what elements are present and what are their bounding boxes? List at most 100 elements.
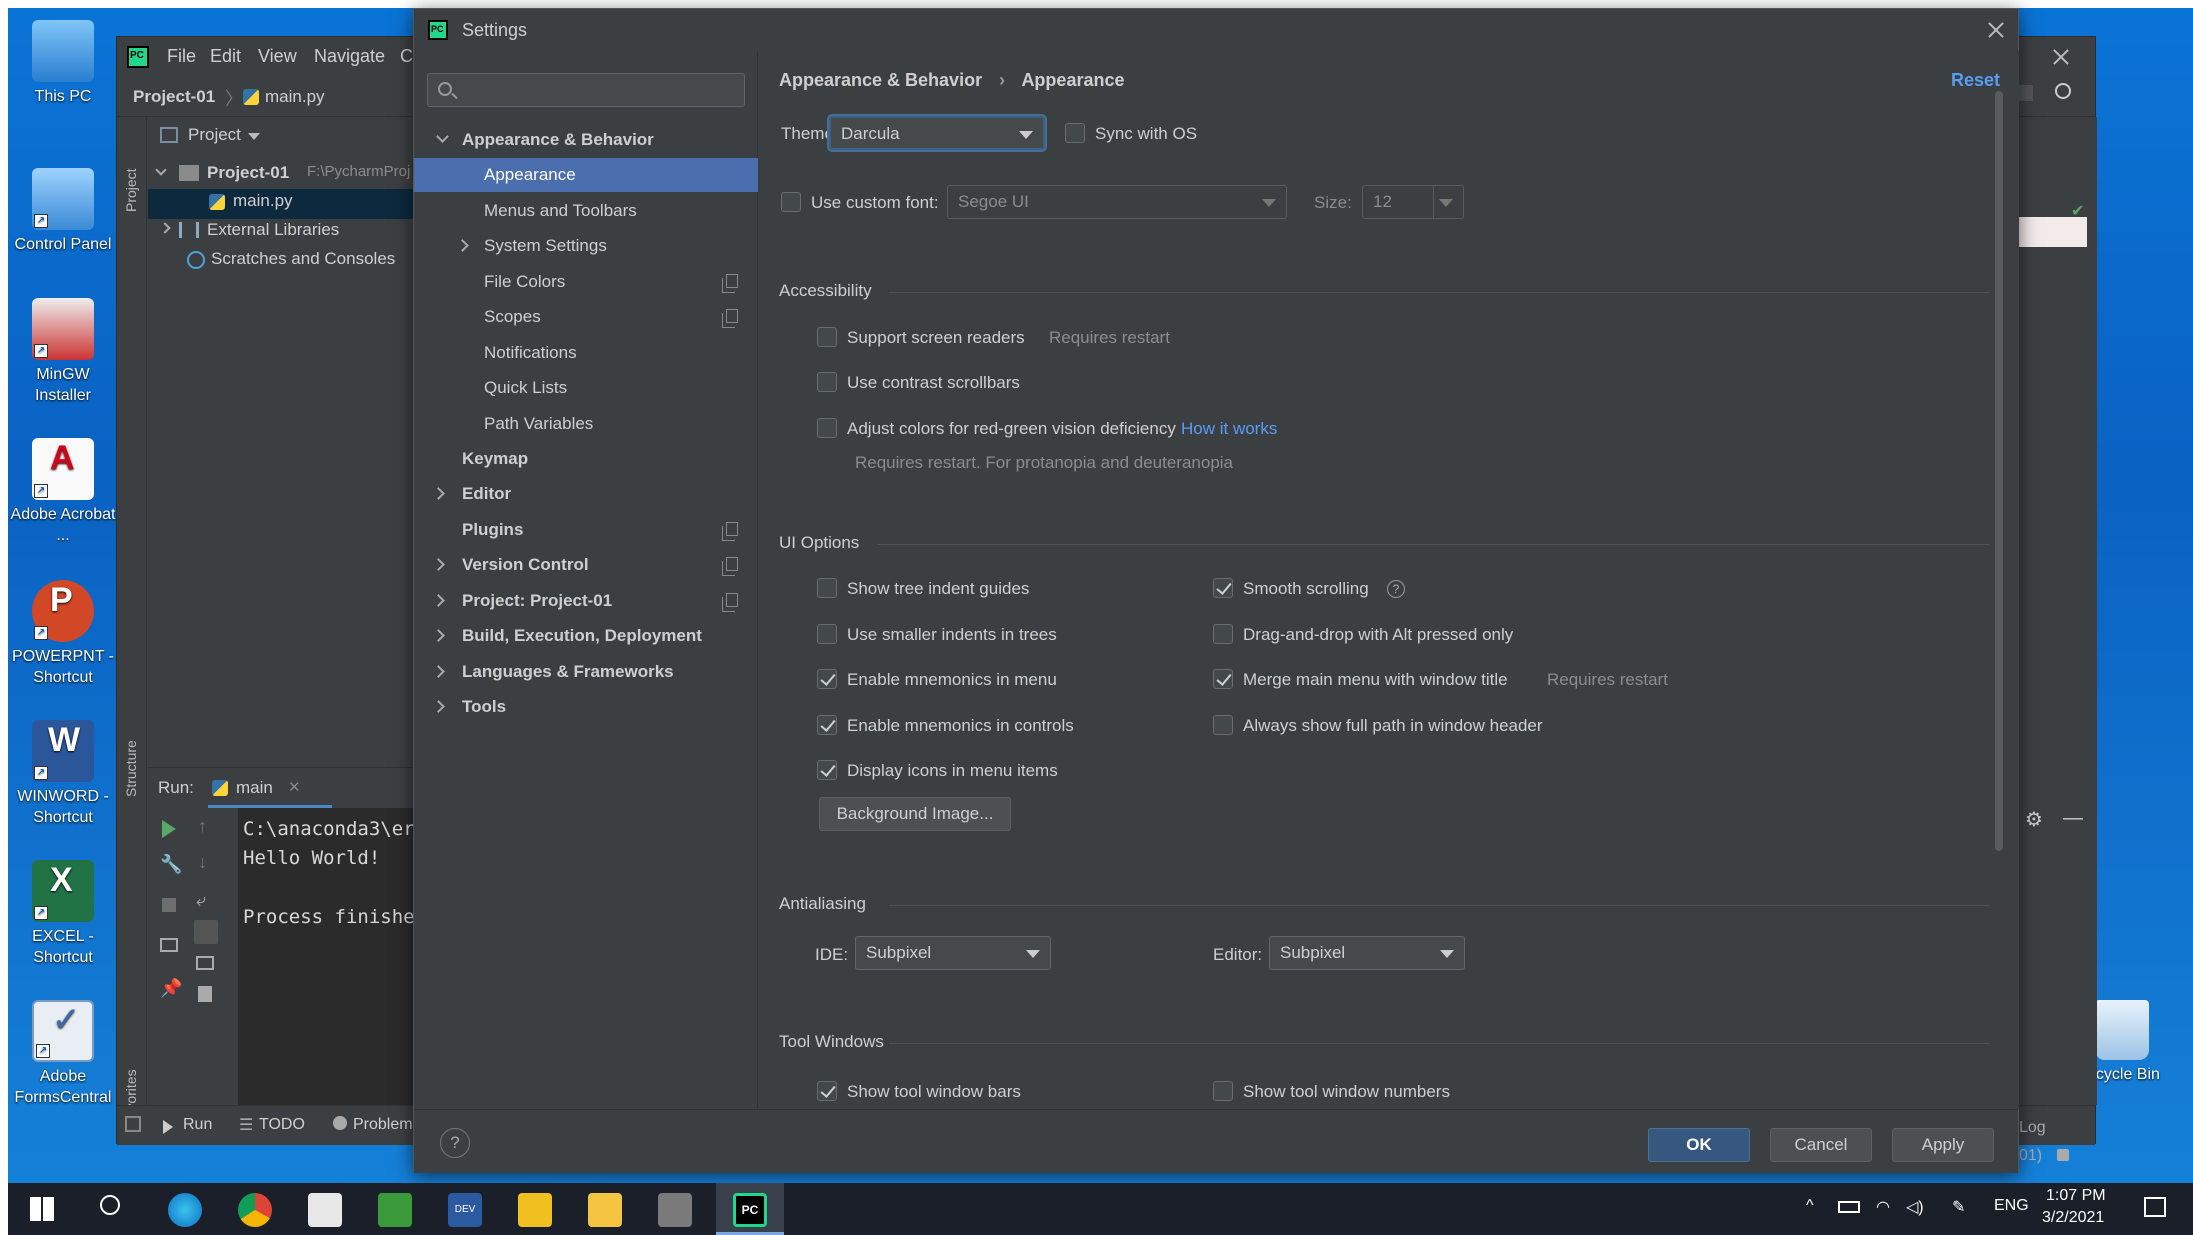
chevron-down-icon[interactable] xyxy=(248,133,260,140)
rerun-icon[interactable] xyxy=(162,820,176,838)
app-icon[interactable] xyxy=(378,1193,412,1227)
chevron-right-icon[interactable] xyxy=(432,665,445,678)
nav-version-control[interactable]: Version Control xyxy=(414,548,758,582)
theme-select[interactable]: Darcula xyxy=(829,116,1045,150)
nav-tools[interactable]: Tools xyxy=(414,690,758,724)
clock-date[interactable]: 3/2/2021 xyxy=(2042,1209,2104,1227)
toggle-tool-windows-icon[interactable] xyxy=(125,1116,141,1132)
reset-link[interactable]: Reset xyxy=(1951,70,2000,91)
chrome-icon[interactable] xyxy=(238,1193,272,1227)
chevron-right-icon[interactable] xyxy=(432,700,445,713)
chevron-right-icon[interactable] xyxy=(432,594,445,607)
nav-editor[interactable]: Editor xyxy=(414,477,758,511)
arrow-up-icon[interactable]: ↑ xyxy=(198,816,207,837)
layout-icon[interactable] xyxy=(160,938,178,952)
status-tab-run[interactable]: Run xyxy=(183,1116,212,1134)
tab-project[interactable]: Project xyxy=(123,168,139,212)
clock-time[interactable]: 1:07 PM xyxy=(2046,1187,2106,1205)
scroll-to-end-icon[interactable] xyxy=(194,920,218,944)
custom-font-checkbox[interactable] xyxy=(781,192,801,212)
mnemonics-menu-checkbox[interactable] xyxy=(817,669,837,689)
desktop-icon-mingw[interactable]: ↗ MinGW Installer xyxy=(8,298,118,406)
settings-search-input[interactable] xyxy=(427,73,745,107)
chevron-down-icon[interactable] xyxy=(436,130,449,143)
nav-scopes[interactable]: Scopes xyxy=(414,300,758,334)
wrench-icon[interactable]: 🔧 xyxy=(160,854,182,875)
window-close-icon[interactable] xyxy=(2049,45,2073,69)
help-icon[interactable]: ? xyxy=(1387,580,1405,598)
desktop-icon-this-pc[interactable]: This PC xyxy=(8,20,118,107)
font-select[interactable]: Segoe UI xyxy=(947,185,1287,219)
devcpp-icon[interactable]: DEV xyxy=(448,1193,482,1227)
nav-path-variables[interactable]: Path Variables xyxy=(414,407,758,441)
pin-icon[interactable]: 📌 xyxy=(160,978,182,999)
desktop-icon-word[interactable]: W ↗ WINWORD - Shortcut xyxy=(8,720,118,828)
ide-aa-select[interactable]: Subpixel xyxy=(855,936,1051,970)
search-icon[interactable] xyxy=(100,1195,120,1215)
search-icon[interactable] xyxy=(2055,83,2071,99)
how-it-works-link[interactable]: How it works xyxy=(1181,419,1277,439)
status-tab-problems[interactable]: Problem xyxy=(353,1116,413,1134)
smaller-indents-checkbox[interactable] xyxy=(817,624,837,644)
chevron-right-icon[interactable] xyxy=(432,558,445,571)
menu-navigate[interactable]: Navigate xyxy=(314,46,385,67)
full-path-checkbox[interactable] xyxy=(1213,715,1233,735)
edge-icon[interactable] xyxy=(168,1193,202,1227)
app-icon[interactable] xyxy=(658,1193,692,1227)
language-indicator[interactable]: ENG xyxy=(1994,1197,2029,1215)
font-size-select[interactable]: 12 xyxy=(1362,185,1464,219)
dialog-close-icon[interactable] xyxy=(1984,18,2008,42)
menu-file[interactable]: File xyxy=(167,46,196,67)
icons-in-menu-checkbox[interactable] xyxy=(817,760,837,780)
arrow-down-icon[interactable]: ↓ xyxy=(198,852,207,873)
wifi-icon[interactable]: ◠ xyxy=(1876,1197,1890,1217)
tab-structure[interactable]: Structure xyxy=(123,740,139,797)
chart-app-icon[interactable] xyxy=(308,1193,342,1227)
breadcrumb-parent[interactable]: Appearance & Behavior xyxy=(779,70,982,90)
pen-icon[interactable]: ✎ xyxy=(1952,1197,1965,1217)
chevron-right-icon[interactable] xyxy=(432,629,445,642)
soft-wrap-icon[interactable]: ⤶ xyxy=(196,890,206,911)
nav-languages-frameworks[interactable]: Languages & Frameworks xyxy=(414,655,758,689)
menu-code[interactable]: C xyxy=(400,46,413,67)
trash-icon[interactable] xyxy=(198,986,212,1002)
print-icon[interactable] xyxy=(196,956,214,970)
desktop-icon-control-panel[interactable]: ↗ Control Panel xyxy=(8,168,118,255)
desktop-icon-acrobat[interactable]: A ↗ Adobe Acrobat ... xyxy=(8,438,118,546)
merge-menu-checkbox[interactable] xyxy=(1213,669,1233,689)
lock-icon[interactable] xyxy=(2057,1149,2069,1161)
file-explorer-icon[interactable] xyxy=(588,1193,622,1227)
desktop-icon-excel[interactable]: X ↗ EXCEL - Shortcut xyxy=(8,860,118,968)
nav-system-settings[interactable]: System Settings xyxy=(414,229,758,263)
chevron-up-icon[interactable]: ^ xyxy=(1806,1197,1814,1215)
volume-icon[interactable]: ◁) xyxy=(1906,1197,1924,1217)
gear-icon[interactable]: ⚙ xyxy=(2025,807,2043,832)
project-view-selector[interactable]: Project xyxy=(188,125,241,145)
windows-start-icon[interactable] xyxy=(30,1197,54,1221)
nav-build-execution[interactable]: Build, Execution, Deployment xyxy=(414,619,758,653)
nav-keymap[interactable]: Keymap xyxy=(414,442,758,476)
battery-icon[interactable] xyxy=(1838,1201,1860,1213)
sticky-notes-icon[interactable] xyxy=(518,1193,552,1227)
status-tab-todo[interactable]: TODO xyxy=(259,1116,305,1134)
nav-quick-lists[interactable]: Quick Lists xyxy=(414,371,758,405)
desktop-icon-powerpoint[interactable]: P ↗ POWERPNT - Shortcut xyxy=(8,580,118,688)
content-scrollbar[interactable] xyxy=(1995,91,2003,851)
help-button[interactable]: ? xyxy=(440,1128,470,1158)
tool-window-bars-checkbox[interactable] xyxy=(817,1081,837,1101)
stop-icon[interactable] xyxy=(162,898,176,912)
minimize-icon[interactable]: — xyxy=(2063,807,2083,830)
event-log-tab[interactable]: Log xyxy=(2019,1119,2046,1137)
nav-menus-toolbars[interactable]: Menus and Toolbars xyxy=(414,194,758,228)
breadcrumb-file[interactable]: main.py xyxy=(265,87,325,107)
editor-aa-select[interactable]: Subpixel xyxy=(1269,936,1465,970)
cancel-button[interactable]: Cancel xyxy=(1770,1128,1872,1162)
close-tab-icon[interactable]: ✕ xyxy=(288,778,301,796)
ok-button[interactable]: OK xyxy=(1648,1128,1750,1162)
apply-button[interactable]: Apply xyxy=(1892,1128,1994,1162)
run-tab-main[interactable]: main ✕ xyxy=(208,776,332,808)
screen-readers-checkbox[interactable] xyxy=(817,327,837,347)
mnemonics-controls-checkbox[interactable] xyxy=(817,715,837,735)
breadcrumb-project[interactable]: Project-01 xyxy=(133,87,215,107)
chevron-right-icon[interactable] xyxy=(432,487,445,500)
